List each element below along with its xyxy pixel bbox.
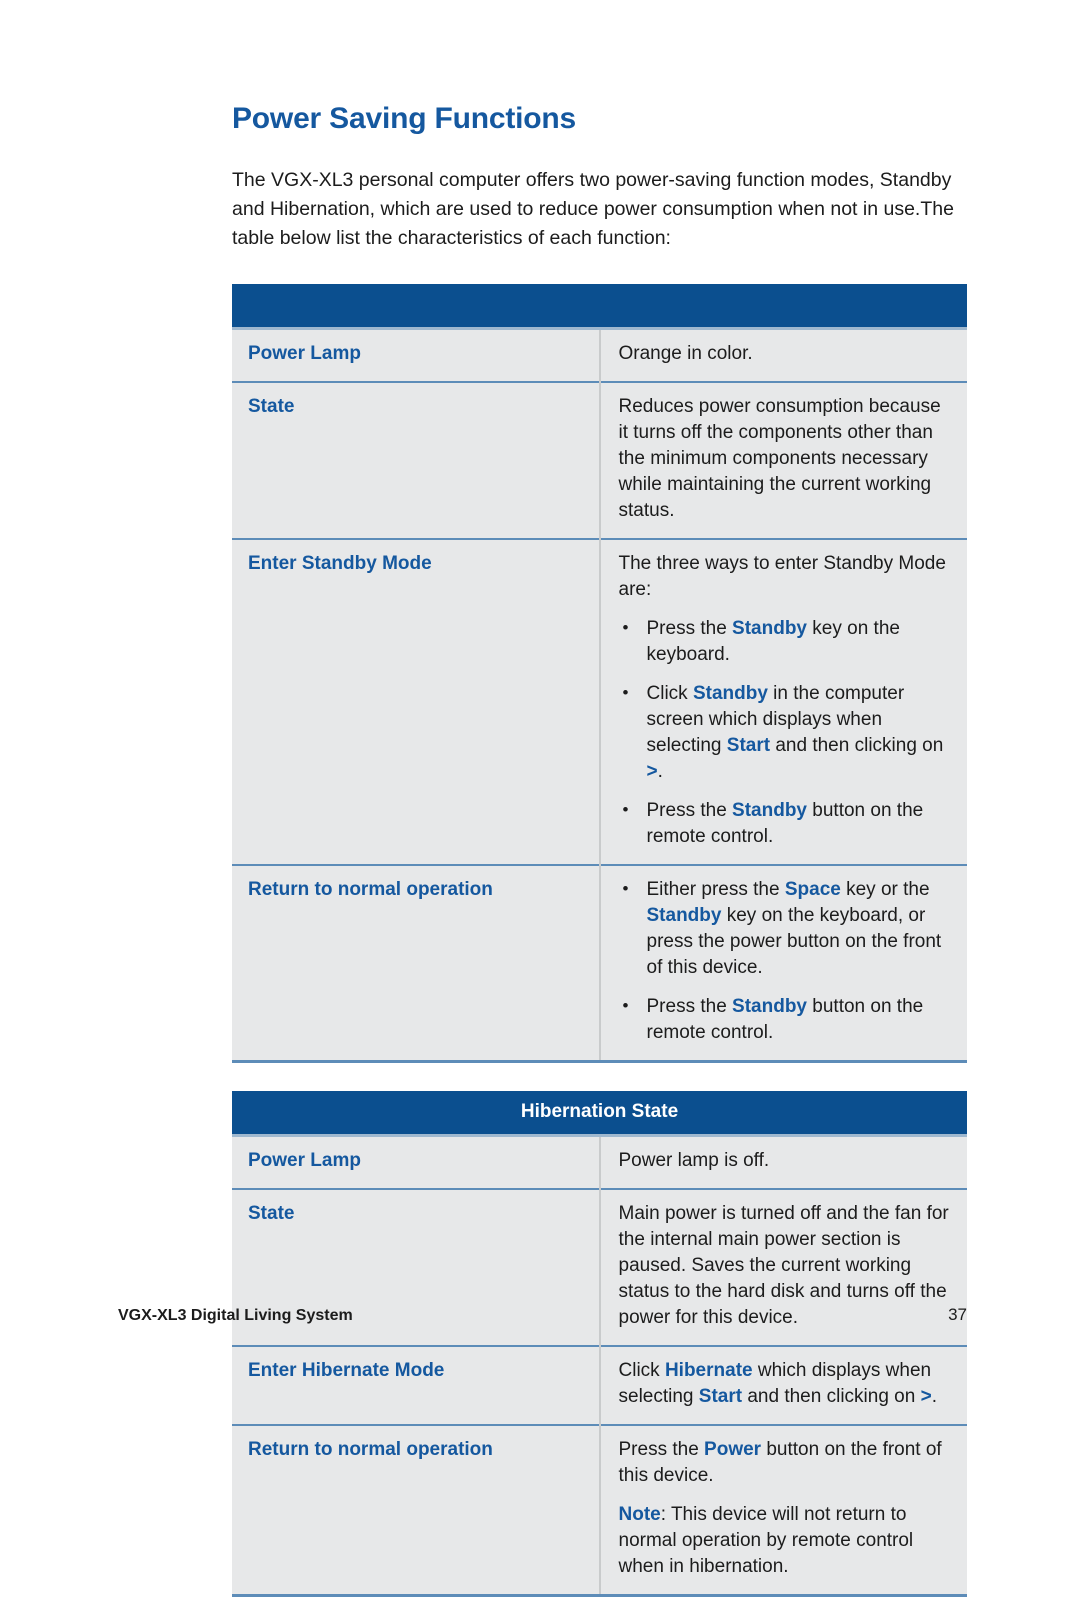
table-row: State Reduces power consumption because i…: [232, 380, 967, 539]
row-content: Either press the Space key or the Standb…: [599, 863, 967, 1063]
table-row: Return to normal operation Press the Powe…: [232, 1423, 967, 1597]
standby-table-header-title: [232, 283, 967, 328]
row-label: Return to normal operation: [232, 863, 601, 1063]
footer-document-name: VGX-XL3 Digital Living System: [118, 1307, 353, 1324]
standby-table-body: Power Lamp Orange in color. State Reduces p…: [232, 326, 967, 1063]
inline-keyword: Power: [704, 1438, 762, 1460]
row-paragraph: Press the Power button on the front of t…: [618, 1438, 942, 1486]
table-row: Power Lamp Orange in color.: [232, 326, 967, 382]
inline-keyword: Start: [726, 734, 771, 756]
table-row: Return to normal operationEither press t…: [232, 863, 967, 1063]
row-label: Power Lamp: [232, 326, 601, 382]
row-paragraph: Click Hibernate which displays when sele…: [618, 1359, 937, 1407]
page-title: Power Saving Functions: [232, 102, 576, 135]
bullet-list: Either press the Space key or the Standb…: [619, 876, 954, 1046]
row-content: Power lamp is off.: [599, 1133, 967, 1189]
hibernation-table-header-title: Hibernation State: [232, 1090, 967, 1135]
row-text: Reduces power consumption because it tur…: [618, 395, 941, 521]
row-content: Reduces power consumption because it tur…: [599, 380, 967, 539]
row-label: Power Lamp: [232, 1133, 601, 1189]
row-content: Orange in color.: [599, 326, 967, 382]
row-paragraph: Note: This device will not return to nor…: [618, 1503, 914, 1577]
table-row: Power Lamp Power lamp is off.: [232, 1133, 967, 1189]
list-item: Either press the Space key or the Standb…: [619, 876, 954, 981]
inline-keyword: Note: [618, 1503, 661, 1525]
inline-keyword: Standby: [732, 617, 807, 639]
inline-keyword: Start: [698, 1385, 743, 1407]
list-item: Click Standby in the computer screen whi…: [619, 680, 954, 785]
list-item: Press the Standby button on the remote c…: [619, 993, 954, 1046]
page-content: Power Saving Functions The VGX-XL3 perso…: [232, 0, 967, 1597]
standby-table-head: [232, 283, 967, 328]
table-row: Enter Standby Mode The three ways to ente…: [232, 537, 967, 865]
intro-paragraph: The VGX-XL3 personal computer offers two…: [232, 168, 954, 249]
page-footer: VGX-XL3 Digital Living System 37: [118, 1305, 967, 1325]
inline-keyword: Standby: [646, 904, 722, 926]
inline-keyword: >: [646, 760, 658, 782]
row-content: Click Hibernate which displays when sele…: [599, 1344, 967, 1425]
standby-table-header-row: [232, 283, 967, 328]
row-content: Press the Power button on the front of t…: [599, 1423, 967, 1597]
row-label: State: [232, 380, 601, 539]
inline-keyword: Standby: [732, 799, 807, 821]
hibernation-table-body: Power Lamp Power lamp is off. State Main po…: [232, 1133, 967, 1597]
inline-keyword: Standby: [692, 682, 768, 704]
inline-keyword: Hibernate: [664, 1359, 753, 1381]
document-page: Power Saving Functions The VGX-XL3 perso…: [0, 0, 1080, 1597]
standby-state-table-wrapper: Power Lamp Orange in color. State Reduces p…: [232, 283, 967, 1063]
row-label: Enter Standby Mode: [232, 537, 601, 865]
standby-state-table: Power Lamp Orange in color. State Reduces p…: [232, 283, 967, 1063]
list-item: Press the Standby button on the remote c…: [619, 797, 954, 850]
inline-keyword: Standby: [732, 995, 807, 1017]
footer-page-number: 37: [948, 1305, 967, 1324]
bullet-list: Press the Standby key on the keyboard. Cl…: [619, 615, 954, 850]
row-label: Enter Hibernate Mode: [232, 1344, 601, 1425]
row-text: Power lamp is off.: [618, 1149, 770, 1171]
list-item: Press the Standby key on the keyboard.: [619, 615, 954, 668]
inline-keyword: Space: [784, 878, 841, 900]
table-row: Enter Hibernate Mode Click Hibernate whic…: [232, 1344, 967, 1425]
row-content: The three ways to enter Standby Mode are…: [599, 537, 967, 865]
row-label: Return to normal operation: [232, 1423, 601, 1597]
inline-keyword: >: [920, 1385, 932, 1407]
hibernation-state-table-wrapper: Hibernation State Power Lamp Power lamp i…: [232, 1090, 967, 1597]
hibernation-table-head: Hibernation State: [232, 1090, 967, 1135]
hibernation-table-header-row: Hibernation State: [232, 1090, 967, 1135]
hibernation-state-table: Hibernation State Power Lamp Power lamp i…: [232, 1090, 967, 1597]
row-text: Orange in color.: [618, 342, 753, 364]
row-lead-text: The three ways to enter Standby Mode are…: [618, 552, 946, 600]
